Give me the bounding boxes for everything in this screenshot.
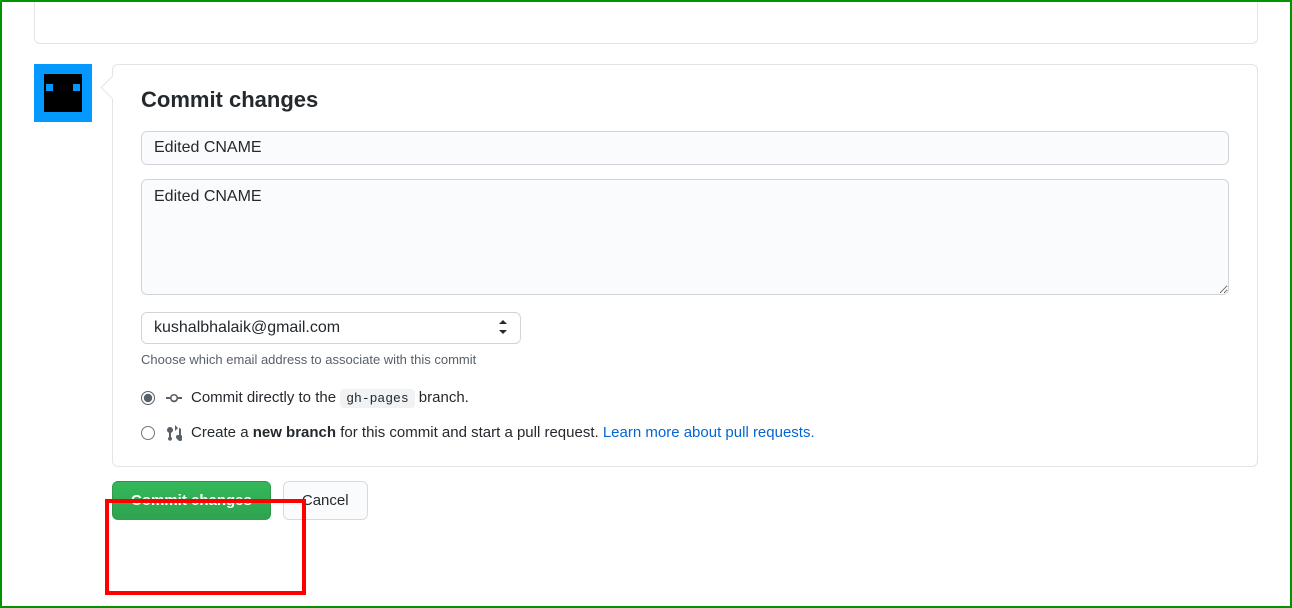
commit-direct-label: Commit directly to the gh-pages branch. [191, 387, 469, 410]
commit-direct-option[interactable]: Commit directly to the gh-pages branch. [113, 387, 1257, 422]
commit-direct-radio[interactable] [141, 391, 155, 405]
commit-new-branch-radio[interactable] [141, 426, 155, 440]
commit-changes-button[interactable]: Commit changes [112, 481, 271, 520]
commit-changes-section: Commit changes Edited CNAME kushalbhalai… [34, 64, 1258, 467]
commit-email-value: kushalbhalaik@gmail.com [154, 319, 340, 336]
git-pull-request-icon [165, 424, 183, 442]
commit-actions: Commit changes Cancel [112, 481, 1290, 520]
avatar [34, 64, 92, 122]
cancel-button[interactable]: Cancel [283, 481, 368, 520]
commit-panel: Commit changes Edited CNAME kushalbhalai… [112, 64, 1258, 467]
learn-pull-requests-link[interactable]: Learn more about pull requests. [603, 424, 815, 441]
commit-heading: Commit changes [113, 65, 1257, 131]
commit-new-branch-label: Create a new branch for this commit and … [191, 422, 815, 445]
commit-summary-input[interactable] [141, 131, 1229, 165]
commit-description-input[interactable]: Edited CNAME [141, 179, 1229, 295]
branch-code: gh-pages [340, 389, 414, 408]
commit-email-select[interactable]: kushalbhalaik@gmail.com [141, 312, 521, 344]
git-commit-icon [165, 389, 183, 407]
commit-new-branch-option[interactable]: Create a new branch for this commit and … [113, 422, 1257, 467]
select-caret-icon [498, 320, 508, 336]
editor-panel-bottom [34, 2, 1258, 44]
email-help-text: Choose which email address to associate … [113, 352, 1257, 387]
